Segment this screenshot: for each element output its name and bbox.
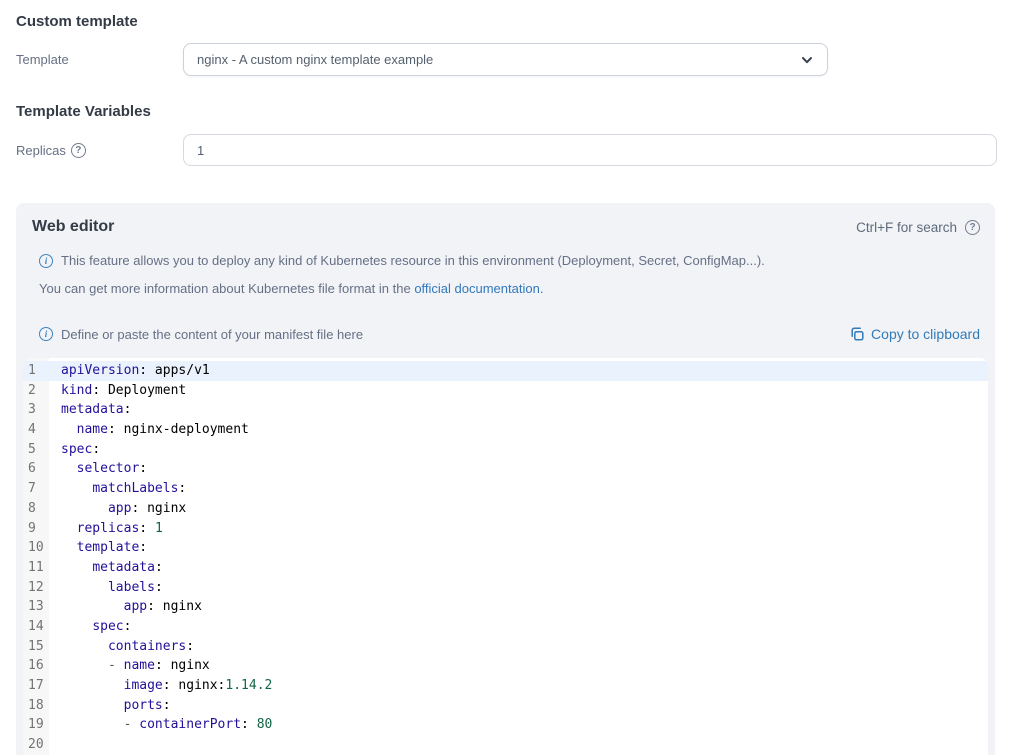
- code-line: 7 matchLabels:: [23, 479, 988, 499]
- line-number: 20: [23, 735, 49, 755]
- feature-info-line: i This feature allows you to deploy any …: [39, 253, 980, 268]
- code-text: apiVersion: apps/v1: [49, 361, 210, 381]
- template-select-value: nginx - A custom nginx template example: [197, 52, 433, 67]
- code-line: 2kind: Deployment: [23, 381, 988, 401]
- web-editor-panel: Web editor Ctrl+F for search ? i This fe…: [16, 203, 995, 755]
- line-number: 11: [23, 558, 49, 578]
- code-text: kind: Deployment: [49, 381, 186, 401]
- code-text: spec:: [49, 617, 131, 637]
- line-number: 12: [23, 578, 49, 598]
- line-number: 15: [23, 637, 49, 657]
- code-line: 15 containers:: [23, 637, 988, 657]
- line-number: 19: [23, 715, 49, 735]
- code-text: replicas: 1: [49, 519, 163, 539]
- code-line: 17 image: nginx:1.14.2: [23, 676, 988, 696]
- code-text: matchLabels:: [49, 479, 186, 499]
- search-hint: Ctrl+F for search ?: [856, 220, 980, 235]
- yaml-code-editor[interactable]: 1apiVersion: apps/v12kind: Deployment3me…: [23, 358, 988, 755]
- code-line: 1apiVersion: apps/v1: [23, 361, 988, 381]
- line-number: 16: [23, 656, 49, 676]
- docs-info-suffix: .: [540, 281, 544, 296]
- copy-to-clipboard-button[interactable]: Copy to clipboard: [849, 326, 980, 342]
- manifest-hint-text: Define or paste the content of your mani…: [61, 327, 363, 342]
- line-number: 4: [23, 420, 49, 440]
- line-number: 1: [23, 361, 49, 381]
- code-line: 9 replicas: 1: [23, 519, 988, 539]
- copy-icon: [849, 326, 865, 342]
- web-editor-header: Web editor Ctrl+F for search ?: [32, 218, 980, 236]
- variables-heading: Template Variables: [16, 103, 995, 120]
- replicas-input[interactable]: [183, 134, 997, 166]
- web-editor-title: Web editor: [32, 218, 114, 236]
- line-number: 6: [23, 459, 49, 479]
- code-text: - name: nginx: [49, 656, 210, 676]
- code-line: 19 - containerPort: 80: [23, 715, 988, 735]
- editor-toolbar: i Define or paste the content of your ma…: [39, 326, 980, 342]
- question-circle-icon[interactable]: ?: [965, 220, 980, 235]
- code-line: 18 ports:: [23, 696, 988, 716]
- line-number: 8: [23, 499, 49, 519]
- template-label: Template: [16, 52, 183, 67]
- code-line: 6 selector:: [23, 459, 988, 479]
- code-line: 5spec:: [23, 440, 988, 460]
- docs-info-prefix: You can get more information about Kuber…: [39, 281, 414, 296]
- code-text: [49, 735, 61, 755]
- code-line: 12 labels:: [23, 578, 988, 598]
- code-line: 3metadata:: [23, 400, 988, 420]
- template-form-row: Template nginx - A custom nginx template…: [16, 43, 1011, 76]
- line-number: 17: [23, 676, 49, 696]
- page-title: Custom template: [16, 13, 995, 30]
- line-number: 2: [23, 381, 49, 401]
- code-line: 20: [23, 735, 988, 755]
- code-line: 10 template:: [23, 538, 988, 558]
- code-text: containers:: [49, 637, 194, 657]
- replicas-label: Replicas ?: [16, 143, 183, 158]
- question-circle-icon[interactable]: ?: [71, 143, 86, 158]
- code-text: labels:: [49, 578, 163, 598]
- info-icon: i: [39, 254, 53, 268]
- line-number: 3: [23, 400, 49, 420]
- manifest-hint: i Define or paste the content of your ma…: [39, 327, 363, 342]
- code-text: image: nginx:1.14.2: [49, 676, 272, 696]
- replicas-form-row: Replicas ?: [16, 134, 1011, 166]
- docs-info-line: You can get more information about Kuber…: [39, 281, 980, 296]
- info-icon: i: [39, 327, 53, 341]
- line-number: 7: [23, 479, 49, 499]
- code-text: metadata:: [49, 558, 163, 578]
- chevron-down-icon: [800, 53, 814, 67]
- code-text: - containerPort: 80: [49, 715, 272, 735]
- custom-template-page: Custom template Template nginx - A custo…: [0, 13, 1011, 755]
- code-text: name: nginx-deployment: [49, 420, 249, 440]
- code-line: 4 name: nginx-deployment: [23, 420, 988, 440]
- template-select[interactable]: nginx - A custom nginx template example: [183, 43, 828, 76]
- code-line: 14 spec:: [23, 617, 988, 637]
- search-hint-text: Ctrl+F for search: [856, 220, 957, 235]
- code-text: selector:: [49, 459, 147, 479]
- code-line: 13 app: nginx: [23, 597, 988, 617]
- line-number: 18: [23, 696, 49, 716]
- line-number: 14: [23, 617, 49, 637]
- line-number: 9: [23, 519, 49, 539]
- code-text: metadata:: [49, 400, 131, 420]
- code-text: spec:: [49, 440, 100, 460]
- code-text: template:: [49, 538, 147, 558]
- line-number: 10: [23, 538, 49, 558]
- line-number: 13: [23, 597, 49, 617]
- replicas-label-text: Replicas: [16, 143, 66, 158]
- code-line: 16 - name: nginx: [23, 656, 988, 676]
- line-number: 5: [23, 440, 49, 460]
- code-text: app: nginx: [49, 499, 186, 519]
- official-documentation-link[interactable]: official documentation: [414, 281, 540, 296]
- code-text: app: nginx: [49, 597, 202, 617]
- code-lines: 1apiVersion: apps/v12kind: Deployment3me…: [23, 361, 988, 755]
- code-text: ports:: [49, 696, 171, 716]
- code-line: 8 app: nginx: [23, 499, 988, 519]
- copy-button-label: Copy to clipboard: [871, 326, 980, 342]
- feature-info-text: This feature allows you to deploy any ki…: [61, 253, 765, 268]
- code-line: 11 metadata:: [23, 558, 988, 578]
